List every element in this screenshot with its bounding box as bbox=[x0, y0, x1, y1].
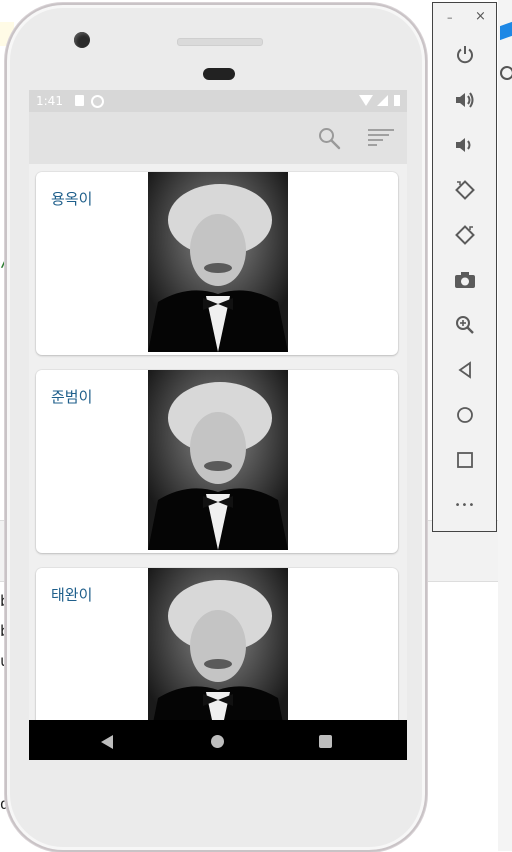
status-time: 1:41 bbox=[36, 94, 63, 108]
zoom-icon bbox=[456, 316, 474, 334]
portrait-photo bbox=[148, 172, 288, 352]
home-button[interactable] bbox=[453, 403, 477, 427]
phone-screen: 1:41 용옥이 준범이 태완이 bbox=[29, 90, 407, 760]
earpiece-speaker bbox=[177, 38, 263, 46]
volume-up-button[interactable] bbox=[453, 88, 477, 112]
volume-up-icon bbox=[456, 92, 474, 108]
emulator-toolbar: – × ••• bbox=[432, 2, 497, 532]
home-icon[interactable] bbox=[211, 735, 224, 748]
wifi-icon bbox=[359, 95, 373, 106]
list-item[interactable]: 용옥이 bbox=[36, 172, 398, 355]
power-icon bbox=[457, 46, 473, 64]
battery-icon bbox=[394, 95, 400, 106]
sensor-pill bbox=[203, 68, 235, 80]
volume-down-button[interactable] bbox=[453, 133, 477, 157]
search-icon[interactable] bbox=[317, 126, 341, 150]
home-icon bbox=[457, 407, 473, 423]
screenshot-button[interactable] bbox=[453, 268, 477, 292]
overview-button[interactable] bbox=[453, 448, 477, 472]
app-bar bbox=[29, 112, 407, 164]
rotate-right-button[interactable] bbox=[453, 223, 477, 247]
sd-card-icon bbox=[75, 95, 84, 106]
zoom-button[interactable] bbox=[453, 313, 477, 337]
phone-frame: 1:41 용옥이 준범이 태완이 bbox=[5, 3, 427, 852]
signal-icon bbox=[377, 95, 388, 106]
contact-name: 준범이 bbox=[51, 388, 93, 406]
more-button[interactable]: ••• bbox=[453, 493, 477, 517]
status-bar: 1:41 bbox=[29, 90, 407, 112]
rotate-left-button[interactable] bbox=[453, 178, 477, 202]
contact-name: 용옥이 bbox=[51, 190, 93, 208]
back-icon bbox=[458, 361, 471, 379]
sort-icon[interactable] bbox=[367, 128, 395, 148]
contact-name: 태완이 bbox=[51, 586, 93, 604]
portrait-photo bbox=[148, 370, 288, 550]
rotate-right-icon bbox=[455, 225, 475, 245]
contact-list[interactable]: 용옥이 준범이 태완이 bbox=[29, 164, 407, 720]
list-item[interactable]: 태완이 bbox=[36, 568, 398, 720]
camera-icon bbox=[455, 272, 475, 288]
overview-icon bbox=[457, 452, 473, 468]
recents-icon[interactable] bbox=[319, 735, 332, 748]
close-button[interactable]: × bbox=[475, 9, 486, 24]
portrait-photo bbox=[148, 568, 288, 720]
back-button[interactable] bbox=[453, 358, 477, 382]
rotate-left-icon bbox=[455, 180, 475, 200]
power-button[interactable] bbox=[453, 43, 477, 67]
ide-eye-icon[interactable] bbox=[500, 66, 512, 80]
front-camera bbox=[74, 32, 90, 48]
nav-bar bbox=[29, 720, 407, 760]
minimize-button[interactable]: – bbox=[447, 11, 453, 24]
list-item[interactable]: 준범이 bbox=[36, 370, 398, 553]
ide-right-panel bbox=[498, 0, 512, 851]
back-icon[interactable] bbox=[101, 735, 113, 749]
sync-icon bbox=[91, 95, 104, 108]
volume-down-icon bbox=[456, 138, 471, 152]
